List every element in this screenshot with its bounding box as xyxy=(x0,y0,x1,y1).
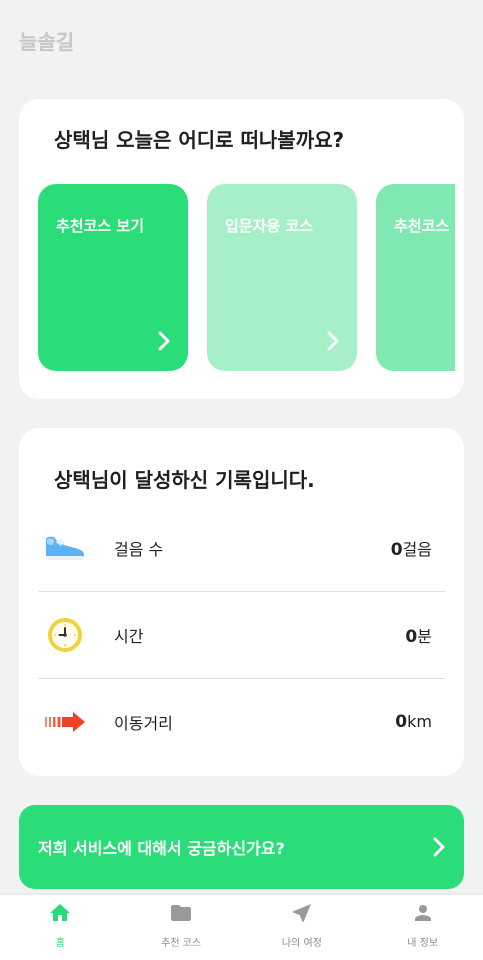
stats-title-suffix: 님이 달성하신 기록입니다. xyxy=(90,468,315,492)
folder-icon xyxy=(171,905,192,921)
course-carousel[interactable]: 추천코스 보기 입문자용 코스 추천코스 xyxy=(38,184,455,371)
app-title: 늘솔길 xyxy=(19,30,75,54)
stat-label: 걸음 수 xyxy=(114,540,164,559)
course-card-recommended-2[interactable]: 추천코스 xyxy=(376,184,455,371)
arrow-right-icon xyxy=(42,704,88,740)
stat-value: 0걸음 xyxy=(391,536,432,560)
stat-value: 0km xyxy=(395,712,432,732)
stat-unit: 걸음 xyxy=(402,540,432,559)
stat-number: 0 xyxy=(395,712,408,732)
explore-title: 상택님 오늘은 어디로 떠나볼까요? xyxy=(54,127,344,153)
stats-list: 걸음 수 0걸음 시간 0분 이동거리 0km xyxy=(38,505,445,765)
stat-label: 시간 xyxy=(114,627,144,646)
stat-row-steps: 걸음 수 0걸음 xyxy=(38,505,445,592)
course-label: 추천코스 보기 xyxy=(56,217,145,235)
stats-card: 상택님이 달성하신 기록입니다. 걸음 수 0걸음 시간 0분 이동거리 0km xyxy=(19,428,464,776)
stat-number: 0 xyxy=(405,627,418,647)
stats-title: 상택님이 달성하신 기록입니다. xyxy=(54,467,315,493)
navigation-icon xyxy=(292,904,311,922)
nav-item-recommended-courses[interactable]: 추천 코스 xyxy=(121,895,242,960)
nav-label: 나의 여정 xyxy=(281,938,322,949)
course-card-recommended[interactable]: 추천코스 보기 xyxy=(38,184,188,371)
explore-card: 상택님 오늘은 어디로 떠나볼까요? 추천코스 보기 입문자용 코스 추천코스 xyxy=(19,99,464,399)
home-icon xyxy=(50,904,71,921)
chevron-right-icon xyxy=(158,331,170,351)
nav-item-my-journey[interactable]: 나의 여정 xyxy=(242,895,363,960)
bottom-nav: 홈 추천 코스 나의 여정 내 정보 xyxy=(0,895,483,960)
stat-label: 이동거리 xyxy=(114,714,173,733)
nav-item-home[interactable]: 홈 xyxy=(0,895,121,960)
user-name: 상택 xyxy=(54,468,91,492)
service-info-banner[interactable]: 저희 서비스에 대해서 궁금하신가요? xyxy=(19,805,464,889)
chevron-right-icon xyxy=(327,331,339,351)
stat-row-distance: 이동거리 0km xyxy=(38,679,445,765)
explore-title-suffix: 님 오늘은 어디로 떠나볼까요? xyxy=(90,128,345,152)
nav-label: 홈 xyxy=(55,938,65,949)
course-label: 추천코스 xyxy=(394,217,450,235)
stat-value: 0분 xyxy=(405,623,432,647)
chevron-right-icon xyxy=(433,837,445,857)
user-icon xyxy=(414,905,431,921)
sneaker-icon xyxy=(42,530,88,566)
stat-number: 0 xyxy=(390,540,403,560)
nav-label: 추천 코스 xyxy=(161,938,202,949)
stat-unit: 분 xyxy=(417,627,432,646)
course-card-beginner[interactable]: 입문자용 코스 xyxy=(207,184,357,371)
banner-text: 저희 서비스에 대해서 궁금하신가요? xyxy=(38,839,285,858)
nav-item-my-info[interactable]: 내 정보 xyxy=(362,895,483,960)
clock-icon xyxy=(42,617,88,653)
stat-unit: km xyxy=(407,712,432,731)
user-name: 상택 xyxy=(54,128,91,152)
nav-label: 내 정보 xyxy=(407,938,439,949)
stat-row-time: 시간 0분 xyxy=(38,592,445,679)
course-label: 입문자용 코스 xyxy=(225,217,314,235)
